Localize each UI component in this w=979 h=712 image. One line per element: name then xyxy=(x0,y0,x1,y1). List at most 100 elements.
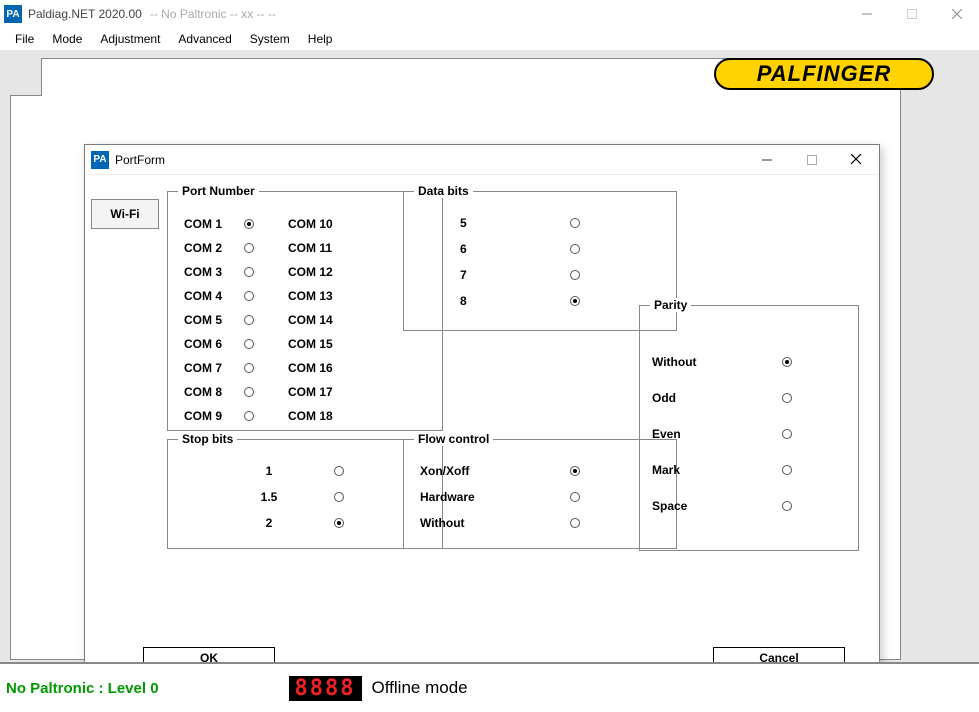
main-close-button[interactable] xyxy=(934,0,979,28)
status-paltronic-level: No Paltronic : Level 0 xyxy=(6,680,159,697)
data-bits-option[interactable]: 7 xyxy=(404,262,676,288)
main-titlebar: PA Paldiag.NET 2020.00 -- No Paltronic -… xyxy=(0,0,979,28)
radio-button[interactable] xyxy=(570,518,580,528)
port-option[interactable]: COM 11 xyxy=(288,236,348,260)
data-bits-option[interactable]: 6 xyxy=(404,236,676,262)
menu-adjustment[interactable]: Adjustment xyxy=(91,30,169,48)
parity-option[interactable]: Mark xyxy=(640,452,858,488)
port-option[interactable]: COM 1 xyxy=(184,212,254,236)
data-bits-group: Data bits 5678 xyxy=(403,191,677,331)
dialog-minimize-button[interactable] xyxy=(744,146,789,174)
portform-dialog: PA PortForm Wi-Fi Port Number COM 1COM 2… xyxy=(84,144,880,684)
port-label: COM 12 xyxy=(288,265,348,279)
radio-button[interactable] xyxy=(570,492,580,502)
port-option[interactable]: COM 3 xyxy=(184,260,254,284)
radio-button[interactable] xyxy=(782,465,792,475)
radio-button[interactable] xyxy=(782,393,792,403)
parity-option[interactable]: Without xyxy=(640,344,858,380)
radio-button[interactable] xyxy=(244,315,254,325)
main-client-area: PALFINGER PA PortForm Wi-Fi Port Nu xyxy=(0,50,979,662)
stop-bits-label: 1.5 xyxy=(204,490,334,504)
radio-button[interactable] xyxy=(570,296,580,306)
port-option[interactable]: COM 9 xyxy=(184,404,254,428)
radio-button[interactable] xyxy=(782,429,792,439)
radio-button[interactable] xyxy=(570,244,580,254)
dialog-app-icon: PA xyxy=(91,151,109,169)
flow-control-option[interactable]: Without xyxy=(404,510,676,536)
port-option[interactable]: COM 6 xyxy=(184,332,254,356)
dialog-maximize-button[interactable] xyxy=(789,146,834,174)
stop-bits-group: Stop bits 11.52 xyxy=(167,439,443,549)
data-bits-label: 5 xyxy=(440,216,570,230)
port-option[interactable]: COM 10 xyxy=(288,212,348,236)
menu-file[interactable]: File xyxy=(6,30,43,48)
radio-button[interactable] xyxy=(570,270,580,280)
dialog-close-button[interactable] xyxy=(834,146,879,174)
radio-button[interactable] xyxy=(244,243,254,253)
parity-option[interactable]: Odd xyxy=(640,380,858,416)
port-option[interactable]: COM 17 xyxy=(288,380,348,404)
radio-button[interactable] xyxy=(334,492,344,502)
port-option[interactable]: COM 8 xyxy=(184,380,254,404)
parity-option[interactable]: Space xyxy=(640,488,858,524)
stop-bits-option[interactable]: 2 xyxy=(168,510,442,536)
port-label: COM 14 xyxy=(288,313,348,327)
radio-button[interactable] xyxy=(782,357,792,367)
port-label: COM 11 xyxy=(288,241,348,255)
radio-button[interactable] xyxy=(244,339,254,349)
data-bits-option[interactable]: 5 xyxy=(404,210,676,236)
main-maximize-button[interactable] xyxy=(889,0,934,28)
port-option[interactable]: COM 13 xyxy=(288,284,348,308)
close-icon xyxy=(952,9,962,19)
flow-control-option[interactable]: Xon/Xoff xyxy=(404,458,676,484)
flow-control-option[interactable]: Hardware xyxy=(404,484,676,510)
dialog-title: PortForm xyxy=(115,153,165,167)
status-bar: No Paltronic : Level 0 8888 Offline mode xyxy=(0,662,979,712)
flow-control-label: Xon/Xoff xyxy=(420,464,570,478)
port-option[interactable]: COM 4 xyxy=(184,284,254,308)
wifi-button[interactable]: Wi-Fi xyxy=(91,199,159,229)
radio-button[interactable] xyxy=(244,267,254,277)
data-bits-label: 7 xyxy=(440,268,570,282)
parity-label: Space xyxy=(652,499,782,513)
radio-button[interactable] xyxy=(570,218,580,228)
dialog-titlebar[interactable]: PA PortForm xyxy=(85,145,879,175)
parity-option[interactable]: Even xyxy=(640,416,858,452)
port-option[interactable]: COM 16 xyxy=(288,356,348,380)
radio-button[interactable] xyxy=(334,518,344,528)
radio-button[interactable] xyxy=(570,466,580,476)
data-bits-label: 6 xyxy=(440,242,570,256)
radio-button[interactable] xyxy=(782,501,792,511)
port-option[interactable]: COM 14 xyxy=(288,308,348,332)
port-label: COM 18 xyxy=(288,409,348,423)
port-option[interactable]: COM 12 xyxy=(288,260,348,284)
port-option[interactable]: COM 7 xyxy=(184,356,254,380)
main-window-controls xyxy=(844,0,979,28)
port-option[interactable]: COM 2 xyxy=(184,236,254,260)
port-label: COM 7 xyxy=(184,361,244,375)
radio-button[interactable] xyxy=(334,466,344,476)
menu-advanced[interactable]: Advanced xyxy=(169,30,240,48)
stop-bits-option[interactable]: 1 xyxy=(168,458,442,484)
menu-mode[interactable]: Mode xyxy=(43,30,91,48)
data-bits-option[interactable]: 8 xyxy=(404,288,676,314)
menu-system[interactable]: System xyxy=(241,30,299,48)
close-icon xyxy=(851,154,862,165)
port-option[interactable]: COM 15 xyxy=(288,332,348,356)
stop-bits-option[interactable]: 1.5 xyxy=(168,484,442,510)
port-label: COM 9 xyxy=(184,409,244,423)
radio-button[interactable] xyxy=(244,387,254,397)
flow-control-title: Flow control xyxy=(414,432,493,446)
menu-help[interactable]: Help xyxy=(299,30,342,48)
main-minimize-button[interactable] xyxy=(844,0,889,28)
port-label: COM 2 xyxy=(184,241,244,255)
radio-button[interactable] xyxy=(244,363,254,373)
port-label: COM 4 xyxy=(184,289,244,303)
port-label: COM 3 xyxy=(184,265,244,279)
port-option[interactable]: COM 5 xyxy=(184,308,254,332)
port-option[interactable]: COM 18 xyxy=(288,404,348,428)
radio-button[interactable] xyxy=(244,411,254,421)
radio-button[interactable] xyxy=(244,291,254,301)
radio-button[interactable] xyxy=(244,219,254,229)
port-label: COM 10 xyxy=(288,217,348,231)
